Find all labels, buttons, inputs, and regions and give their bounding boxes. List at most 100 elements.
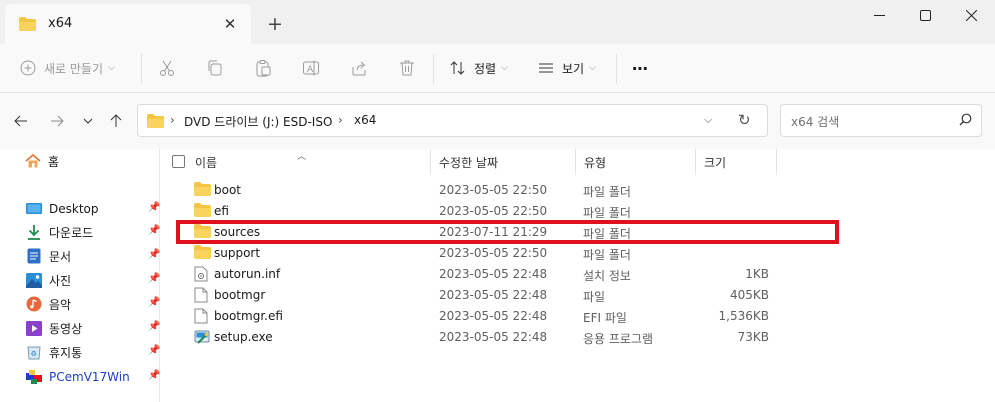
new-tab-button[interactable]: + xyxy=(262,11,288,37)
file-date: 2023-05-05 22:50 xyxy=(439,246,548,260)
address-history-chevron-icon[interactable]: ⌵ xyxy=(704,113,712,127)
share-button[interactable] xyxy=(350,54,368,82)
folder-icon xyxy=(194,245,211,261)
sidebar-item-videos[interactable]: 동영상 📌 xyxy=(26,317,166,339)
breadcrumb-separator-icon[interactable]: › xyxy=(338,113,343,127)
sort-button[interactable]: 정렬 ⌵ xyxy=(450,54,508,82)
tab-x64[interactable]: x64 ✕ xyxy=(5,4,251,44)
table-row[interactable]: autorun.inf 2023-05-05 22:48 설치 정보 1KB xyxy=(161,264,995,285)
new-label: 새로 만들기 xyxy=(44,61,104,76)
arrow-right-icon xyxy=(51,115,64,127)
view-button[interactable]: 보기 ⌵ xyxy=(538,54,596,82)
navigation-bar: › DVD 드라이브 (J:) ESD-ISO › x64 ⌵ ↻ x64 검색 xyxy=(0,93,995,149)
share-icon xyxy=(352,61,366,76)
file-date: 2023-05-05 22:48 xyxy=(439,288,548,302)
desktop-icon xyxy=(26,201,42,217)
column-header-label: 유형 xyxy=(584,156,607,170)
table-row[interactable]: support 2023-05-05 22:50 파일 폴더 xyxy=(161,243,995,264)
recent-locations-button[interactable] xyxy=(75,108,101,134)
back-button[interactable] xyxy=(8,108,34,134)
maximize-button[interactable] xyxy=(902,0,948,30)
command-bar: 새로 만들기 ⌵ A 정렬 ⌵ 보기 ⌵ ⋯ xyxy=(0,44,995,93)
more-options-button[interactable]: ⋯ xyxy=(632,54,648,82)
forward-button[interactable] xyxy=(44,108,70,134)
sidebar-item-label: 다운로드 xyxy=(49,225,94,240)
file-list: ︿ 이름 수정한 날짜 유형 크기 boot 2023-05-05 22:50 … xyxy=(161,149,995,402)
sidebar-item-pictures[interactable]: 사진 📌 xyxy=(26,269,166,291)
app-folder-icon xyxy=(26,369,42,385)
pin-icon: 📌 xyxy=(148,202,161,213)
address-bar[interactable]: › DVD 드라이브 (J:) ESD-ISO › x64 ⌵ ↻ xyxy=(137,104,768,137)
breadcrumb-drive[interactable]: DVD 드라이브 (J:) ESD-ISO xyxy=(184,113,332,130)
column-header-type[interactable]: 유형 xyxy=(584,149,684,176)
sidebar-item-desktop[interactable]: Desktop 📌 xyxy=(26,198,166,220)
minimize-icon xyxy=(873,14,885,16)
pin-icon: 📌 xyxy=(148,273,161,284)
column-header-label: 크기 xyxy=(704,156,727,170)
sidebar-item-pcemv17win[interactable]: PCemV17Win 📌 xyxy=(26,366,166,388)
close-tab-icon[interactable]: ✕ xyxy=(217,11,243,37)
up-button[interactable] xyxy=(103,108,129,134)
sidebar-item-label: 휴지통 xyxy=(49,345,83,360)
search-box[interactable]: x64 검색 xyxy=(780,104,982,137)
rename-button[interactable]: A xyxy=(302,54,320,82)
sidebar-item-label: 문서 xyxy=(49,249,72,264)
sidebar-item-label: 동영상 xyxy=(49,321,83,336)
delete-button[interactable] xyxy=(398,54,416,82)
video-icon xyxy=(26,320,42,336)
cut-button[interactable] xyxy=(158,54,176,82)
copy-button[interactable] xyxy=(206,54,224,82)
plus-circle-icon xyxy=(20,60,36,76)
sidebar-item-documents[interactable]: 문서 📌 xyxy=(26,245,166,267)
recycle-bin-icon: ♻ xyxy=(26,344,42,360)
tab-title: x64 xyxy=(48,16,73,31)
breadcrumb-x64[interactable]: x64 xyxy=(354,113,376,127)
refresh-icon[interactable]: ↻ xyxy=(738,111,751,129)
setup-app-icon xyxy=(194,329,210,345)
sidebar-item-music[interactable]: 음악 📌 xyxy=(26,293,166,315)
close-window-button[interactable] xyxy=(948,0,994,30)
breadcrumb-separator-icon[interactable]: › xyxy=(170,113,175,127)
view-list-icon xyxy=(539,63,553,73)
view-label: 보기 xyxy=(562,61,585,76)
column-header-label: 수정한 날짜 xyxy=(439,156,499,170)
select-all-checkbox[interactable] xyxy=(172,155,185,168)
table-row[interactable]: efi 2023-05-05 22:50 파일 폴더 xyxy=(161,201,995,222)
file-type: 파일 xyxy=(583,290,606,304)
pin-icon: 📌 xyxy=(148,297,161,308)
table-row[interactable]: boot 2023-05-05 22:50 파일 폴더 xyxy=(161,180,995,201)
table-row[interactable]: bootmgr 2023-05-05 22:48 파일 405KB xyxy=(161,285,995,306)
svg-text:A: A xyxy=(307,65,314,75)
column-divider[interactable] xyxy=(695,149,696,175)
home-icon xyxy=(25,153,41,169)
sort-label: 정렬 xyxy=(474,61,497,76)
table-row[interactable]: setup.exe 2023-05-05 22:48 응용 프로그램 73KB xyxy=(161,327,995,348)
file-type: 파일 폴더 xyxy=(583,248,631,262)
column-header-name[interactable]: 이름 xyxy=(195,149,425,176)
paste-button[interactable] xyxy=(254,54,272,82)
column-header-date[interactable]: 수정한 날짜 xyxy=(439,149,569,176)
settings-file-icon xyxy=(194,266,210,282)
arrow-up-icon xyxy=(110,114,122,127)
folder-icon xyxy=(147,114,164,131)
scissors-icon xyxy=(160,60,174,76)
column-header-size[interactable]: 크기 xyxy=(704,149,774,176)
sidebar-item-label: Desktop xyxy=(49,202,99,216)
sidebar-item-home[interactable]: 홈 xyxy=(25,150,165,172)
column-divider[interactable] xyxy=(575,149,576,175)
search-icon[interactable] xyxy=(959,113,972,130)
chevron-down-icon xyxy=(83,118,93,124)
new-button[interactable]: 새로 만들기 ⌵ xyxy=(20,54,115,82)
chevron-down-icon: ⌵ xyxy=(501,63,508,73)
sidebar-item-recycle-bin[interactable]: ♻ 휴지통 📌 xyxy=(26,341,166,363)
trash-icon xyxy=(400,60,414,76)
column-divider[interactable] xyxy=(430,149,431,175)
minimize-button[interactable] xyxy=(856,0,902,30)
column-divider[interactable] xyxy=(776,149,777,175)
table-row[interactable]: bootmgr.efi 2023-05-05 22:48 EFI 파일 1,53… xyxy=(161,306,995,327)
chevron-down-icon: ⌵ xyxy=(108,63,115,73)
rename-icon: A xyxy=(303,60,319,76)
sidebar-item-downloads[interactable]: 다운로드 📌 xyxy=(26,221,166,243)
download-icon xyxy=(26,224,42,240)
file-type: 응용 프로그램 xyxy=(583,332,654,346)
